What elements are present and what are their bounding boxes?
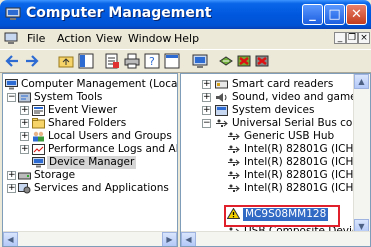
computer-management-icon	[5, 7, 21, 20]
usb-icon	[216, 119, 228, 127]
event-viewer-icon	[32, 105, 45, 116]
usb-icon	[228, 132, 240, 140]
tree-label: Services and Applications	[34, 182, 169, 194]
collapse-icon[interactable]: −	[7, 93, 16, 102]
device-list-pane: + Smart card readers + Sound, video and …	[180, 73, 371, 247]
back-arrow-icon[interactable]	[4, 53, 20, 69]
device-label: Intel(R) 82801G (ICH7 Family)	[244, 156, 370, 168]
maximize-button[interactable]: □	[324, 4, 345, 25]
sound-icon	[216, 93, 227, 102]
device-label: Smart card readers	[232, 78, 334, 90]
expand-icon[interactable]: +	[20, 106, 29, 115]
smart-card-icon	[215, 80, 228, 89]
close-button[interactable]: ✕	[346, 4, 367, 25]
tree-label: Storage	[34, 169, 76, 181]
scan-hardware-icon[interactable]	[192, 53, 208, 69]
device-label: Universal Serial Bus controllers	[232, 117, 370, 129]
horizontal-scrollbar[interactable]: ◀ ▶	[3, 231, 177, 246]
vertical-scrollbar[interactable]: ▲ ▼	[353, 74, 370, 234]
tree-label: Performance Logs and Alerts	[48, 143, 177, 155]
expand-icon[interactable]: +	[20, 119, 29, 128]
toolbar: ?	[0, 50, 371, 73]
expand-icon[interactable]: +	[202, 106, 211, 115]
expand-icon[interactable]: +	[20, 145, 29, 154]
window-title: Computer Management	[26, 5, 212, 21]
usb-icon	[228, 184, 240, 192]
menu-view[interactable]: View	[96, 32, 122, 45]
device-label: Intel(R) 82801G (ICH7 Family)	[244, 169, 370, 181]
help-icon[interactable]: ?	[144, 53, 160, 69]
highlight-box	[224, 205, 340, 227]
device-label: Intel(R) 82801G (ICH7 Family)	[244, 182, 370, 194]
mdi-minimize-button[interactable]: _	[334, 32, 346, 44]
up-folder-icon[interactable]	[58, 53, 74, 69]
usb-icon	[228, 145, 240, 153]
forward-arrow-icon[interactable]	[24, 53, 40, 69]
tree-label: Local Users and Groups	[48, 130, 172, 142]
device-label: Intel(R) 82801G (ICH7 Family)	[244, 143, 370, 155]
print-icon[interactable]	[124, 53, 140, 69]
tree-label: Device Manager	[47, 156, 137, 169]
title-bar[interactable]: Computer Management _ □ ✕	[0, 0, 371, 29]
menu-file[interactable]: File	[27, 32, 45, 45]
shared-folders-icon	[32, 118, 45, 129]
device-manager-icon	[32, 157, 45, 168]
tree-label: Computer Management (Local)	[21, 78, 178, 90]
device-label: System devices	[232, 104, 315, 116]
device-label: Generic USB Hub	[244, 130, 335, 142]
show-hide-tree-icon[interactable]	[78, 53, 94, 69]
scroll-up-icon[interactable]: ▲	[354, 74, 369, 89]
menu-window[interactable]: Window	[128, 32, 171, 45]
usb-icon	[228, 171, 240, 179]
disable-device-icon[interactable]	[236, 53, 252, 69]
expand-icon[interactable]: +	[20, 132, 29, 141]
usb-icon	[228, 158, 240, 166]
svg-text:?: ?	[149, 55, 155, 68]
device-label: Sound, video and game controllers	[232, 91, 370, 103]
tree-label: System Tools	[34, 91, 103, 103]
menu-help[interactable]: Help	[174, 32, 199, 45]
menu-bar: File Action View Window Help _ ❐ ×	[0, 29, 371, 50]
menu-action[interactable]: Action	[57, 32, 91, 45]
system-tools-icon	[18, 92, 31, 103]
minimize-button[interactable]: _	[302, 4, 323, 25]
properties-icon[interactable]	[104, 53, 120, 69]
system-menu-icon[interactable]	[4, 32, 18, 44]
uninstall-device-icon[interactable]	[254, 53, 270, 69]
expand-icon[interactable]: +	[7, 171, 16, 180]
system-devices-icon	[215, 105, 228, 116]
computer-management-icon	[5, 79, 18, 90]
performance-logs-icon	[32, 144, 45, 155]
mdi-close-button[interactable]: ×	[358, 32, 370, 44]
console-tree-pane: Computer Management (Local) − System Too…	[2, 73, 178, 247]
update-driver-icon[interactable]	[218, 53, 234, 69]
storage-icon	[18, 172, 31, 180]
users-icon	[33, 131, 44, 142]
expand-icon[interactable]: +	[202, 80, 211, 89]
tree-label: Shared Folders	[48, 117, 127, 129]
tree-label: Event Viewer	[48, 104, 118, 116]
mdi-restore-button[interactable]: ❐	[346, 32, 358, 44]
horizontal-scrollbar[interactable]: ◀	[181, 231, 370, 246]
services-icon	[18, 183, 31, 194]
collapse-icon[interactable]: −	[202, 119, 211, 128]
console-icon[interactable]	[164, 53, 180, 69]
expand-icon[interactable]: +	[202, 93, 211, 102]
expand-icon[interactable]: +	[7, 184, 16, 193]
